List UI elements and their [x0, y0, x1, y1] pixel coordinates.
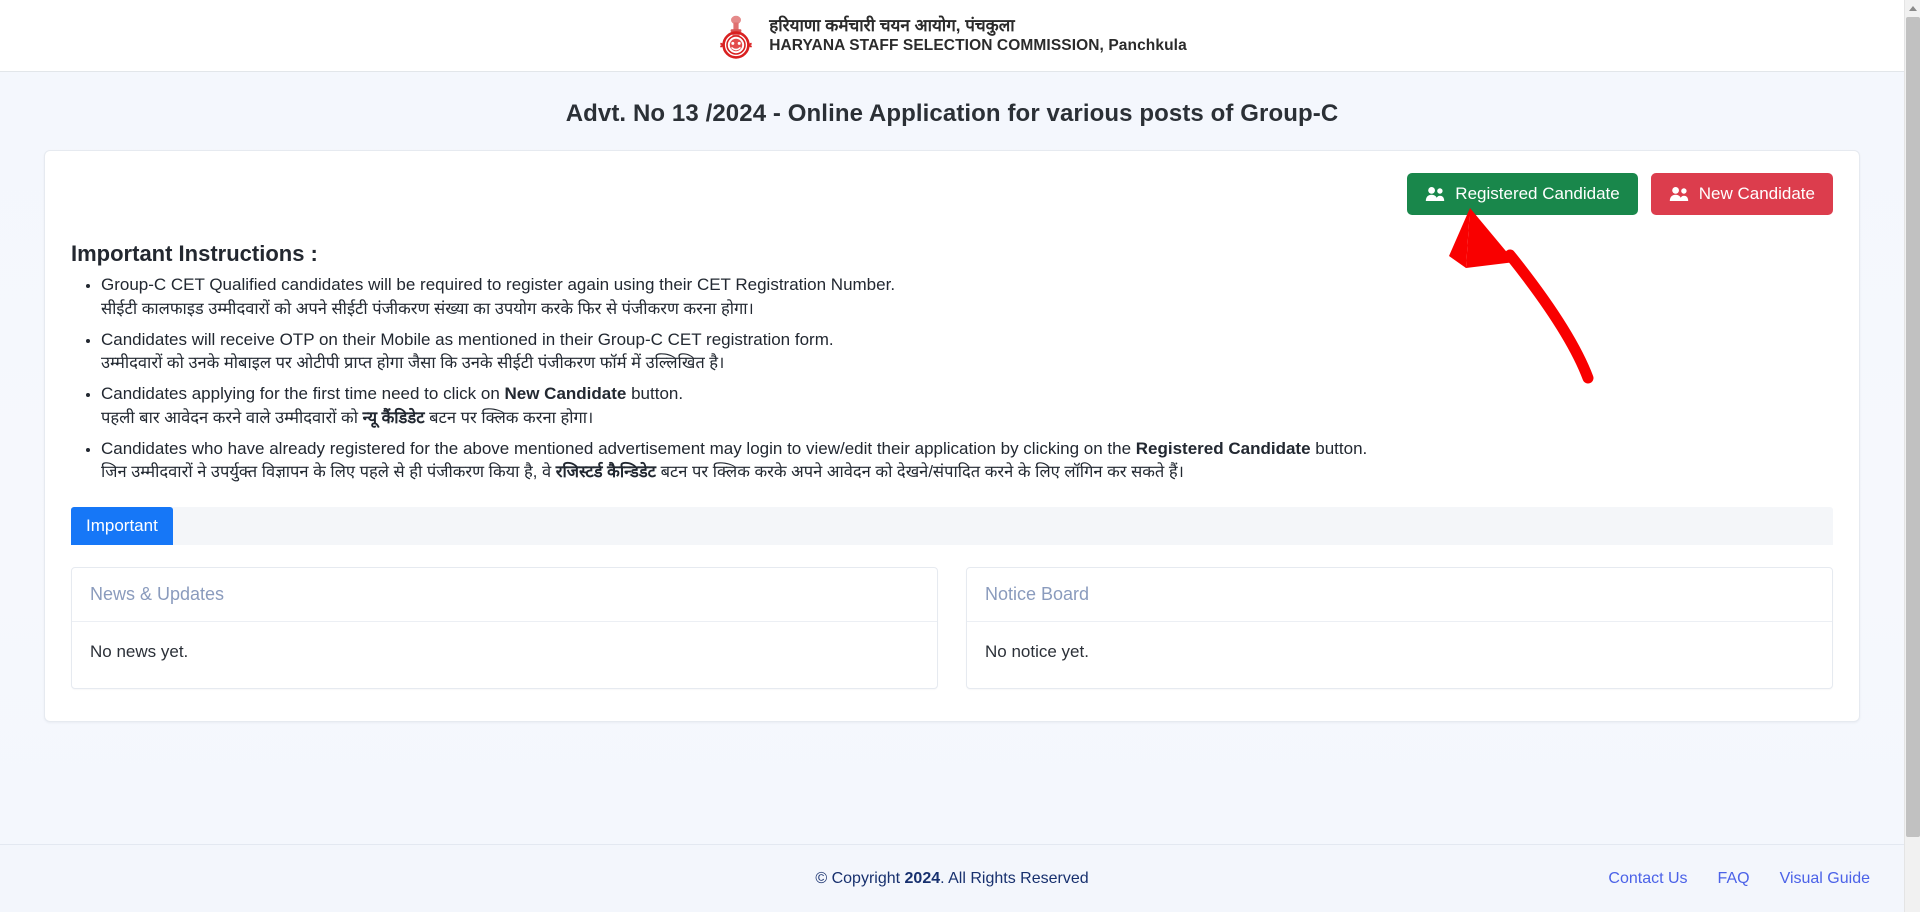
org-name-hindi: हरियाणा कर्मचारी चयन आयोग, पंचकुला [769, 15, 1015, 35]
instruction-hi-pre: उम्मीदवारों को उनके मोबाइल पर ओटीपी प्रा… [101, 354, 725, 373]
news-updates-title: News & Updates [72, 568, 937, 623]
instruction-hi: पहली बार आवेदन करने वाले उम्मीदवारों को … [101, 407, 1833, 431]
tab-strip: Important [71, 507, 1833, 546]
tab-important[interactable]: Important [71, 507, 173, 546]
instruction-hi-bold: न्यू कैंडिडेट [362, 408, 425, 427]
instruction-en-pre: Candidates will receive OTP on their Mob… [101, 329, 834, 349]
instruction-en-pre: Candidates applying for the first time n… [101, 384, 505, 404]
instruction-item: Candidates will receive OTP on their Mob… [101, 328, 1833, 377]
instruction-hi-pre: सीईटी कालफाइड उम्मीदवारों को अपने सीईटी … [101, 299, 754, 318]
registered-candidate-label: Registered Candidate [1455, 184, 1620, 203]
site-footer: © Copyright 2024. All Rights Reserved Co… [0, 844, 1904, 912]
instruction-en-pre: Group-C CET Qualified candidates will be… [101, 275, 896, 294]
brand-text: हरियाणा कर्मचारी चयन आयोग, पंचकुला HARYA… [769, 15, 1187, 57]
instruction-en: Group-C CET Qualified candidates will be… [101, 273, 1833, 298]
news-updates-panel: News & Updates No news yet. [71, 567, 938, 690]
notice-board-panel: Notice Board No notice yet. [966, 567, 1833, 690]
brand: हरियाणा कर्मचारी चयन आयोग, पंचकुला HARYA… [717, 13, 1187, 59]
instruction-hi: जिन उम्मीदवारों ने उपर्युक्त विज्ञापन के… [101, 461, 1833, 485]
copyright-post: . All Rights Reserved [940, 869, 1089, 887]
instruction-en-bold: Registered Candidate [1135, 438, 1311, 458]
info-panels: News & Updates No news yet. Notice Board… [71, 567, 1833, 690]
main-card: Registered Candidate New Candidate Impor… [44, 150, 1860, 723]
site-header: हरियाणा कर्मचारी चयन आयोग, पंचकुला HARYA… [0, 0, 1904, 72]
footer-link-faq[interactable]: FAQ [1718, 870, 1750, 888]
instruction-en: Candidates will receive OTP on their Mob… [101, 328, 1833, 353]
instruction-item: Candidates applying for the first time n… [101, 382, 1833, 431]
instruction-en-bold: New Candidate [504, 384, 627, 404]
new-candidate-label: New Candidate [1698, 184, 1815, 203]
instructions-heading: Important Instructions : [71, 241, 318, 266]
instruction-en-post: button. [626, 384, 684, 404]
notice-board-body: No notice yet. [985, 642, 1089, 662]
notice-board-title: Notice Board [967, 568, 1832, 623]
browser-scrollbar[interactable] [1904, 0, 1920, 912]
instruction-en: Candidates applying for the first time n… [101, 382, 1833, 407]
instruction-item: Candidates who have already registered f… [101, 437, 1833, 486]
instruction-hi-post: बटन पर क्लिक करके अपने आवेदन को देखने/सं… [655, 463, 1184, 482]
instruction-en-post: button. [1310, 438, 1368, 458]
news-updates-body: No news yet. [90, 642, 189, 662]
scrollbar-up-button[interactable] [1905, 0, 1920, 17]
action-button-row: Registered Candidate New Candidate [71, 173, 1833, 215]
instructions-list: Group-C CET Qualified candidates will be… [71, 273, 1833, 485]
footer-links: Contact Us FAQ Visual Guide [1608, 870, 1870, 888]
footer-link-contact-us[interactable]: Contact Us [1608, 870, 1687, 888]
instruction-hi-pre: जिन उम्मीदवारों ने उपर्युक्त विज्ञापन के… [101, 463, 556, 482]
instruction-hi-pre: पहली बार आवेदन करने वाले उम्मीदवारों को [101, 408, 363, 427]
registered-candidate-button[interactable]: Registered Candidate [1407, 173, 1638, 215]
instruction-hi: उम्मीदवारों को उनके मोबाइल पर ओटीपी प्रा… [101, 352, 1833, 376]
users-icon [1426, 187, 1445, 201]
scrollbar-thumb[interactable] [1906, 17, 1920, 837]
page-root: हरियाणा कर्मचारी चयन आयोग, पंचकुला HARYA… [0, 0, 1904, 912]
copyright-pre: © Copyright [815, 869, 905, 887]
new-candidate-button[interactable]: New Candidate [1650, 173, 1833, 215]
org-name-english: HARYANA STAFF SELECTION COMMISSION, Panc… [769, 37, 1187, 55]
page-title: Advt. No 13 /2024 - Online Application f… [565, 100, 1339, 127]
instruction-en: Candidates who have already registered f… [101, 437, 1833, 462]
instruction-hi: सीईटी कालफाइड उम्मीदवारों को अपने सीईटी … [101, 298, 1833, 322]
instruction-hi-post: बटन पर क्लिक करना होगा। [424, 408, 594, 427]
instruction-hi-bold: रजिस्टर्ड कैन्डिडेट [555, 463, 656, 482]
footer-link-visual-guide[interactable]: Visual Guide [1780, 870, 1870, 888]
haryana-state-emblem-icon [720, 15, 753, 59]
copyright-year: 2024 [904, 869, 941, 887]
instruction-en-pre: Candidates who have already registered f… [101, 438, 1136, 458]
instruction-item: Group-C CET Qualified candidates will be… [101, 273, 1833, 322]
chevron-up-icon [1909, 6, 1917, 11]
page-body: Advt. No 13 /2024 - Online Application f… [0, 72, 1904, 844]
users-icon [1669, 187, 1688, 201]
